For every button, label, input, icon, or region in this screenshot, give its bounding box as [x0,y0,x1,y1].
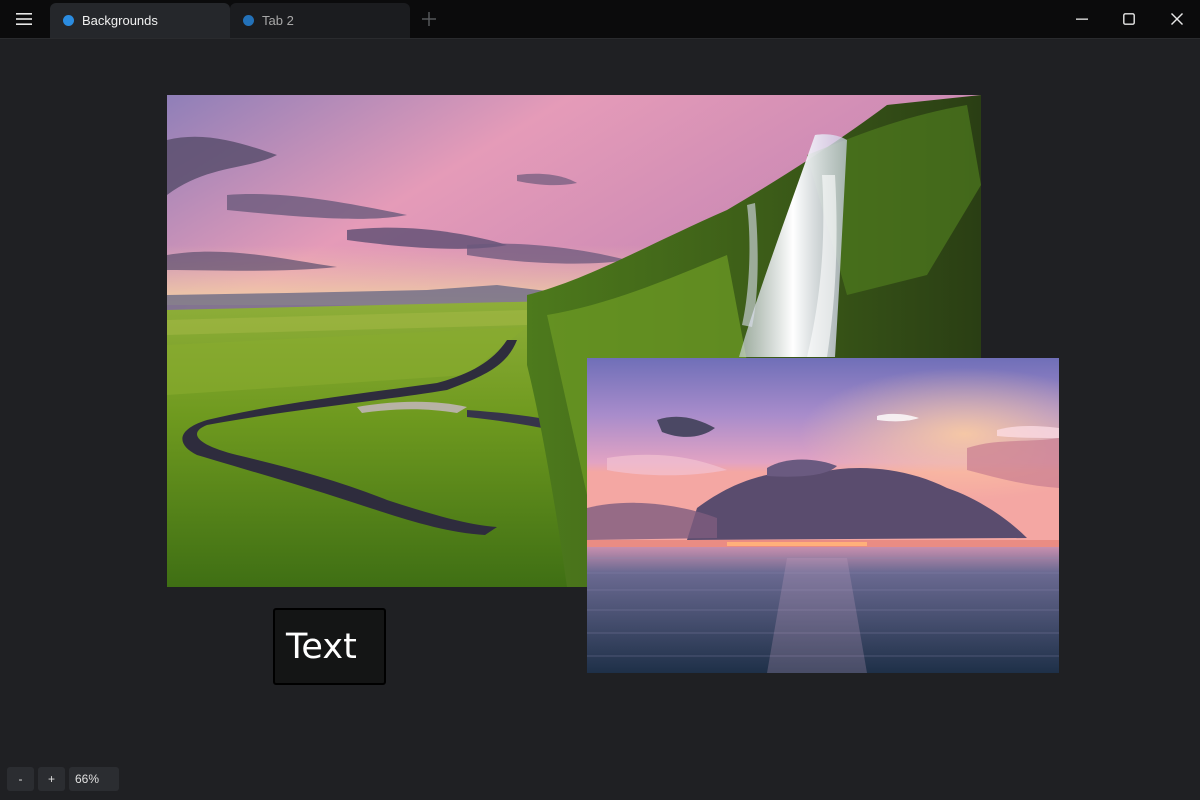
maximize-icon [1123,13,1135,25]
maximize-button[interactable] [1106,4,1152,34]
ocean-sunset-image[interactable] [587,358,1059,673]
canvas[interactable]: Text [0,39,1200,800]
minimize-button[interactable] [1059,4,1105,34]
add-tab-button[interactable] [418,8,440,30]
zoom-level-display[interactable]: 66% [69,767,119,791]
hamburger-menu-icon [16,13,32,25]
tab-color-dot [243,15,254,26]
zoom-out-button[interactable]: - [7,767,34,791]
close-icon [1171,13,1183,25]
tab-label: Tab 2 [262,13,294,28]
zoom-in-button[interactable]: + [38,767,65,791]
title-bar: Backgrounds Tab 2 [0,0,1200,39]
tab-label: Backgrounds [82,13,158,28]
text-element[interactable]: Text [273,608,386,685]
plus-icon [422,12,436,26]
minimize-icon [1076,18,1088,20]
tab-color-dot [63,15,74,26]
tab-2[interactable]: Tab 2 [230,3,410,38]
zoom-controls: - + 66% [7,767,119,791]
menu-button[interactable] [10,6,38,32]
text-element-content: Text [286,626,357,667]
close-button[interactable] [1154,4,1200,34]
tab-backgrounds[interactable]: Backgrounds [50,3,230,38]
